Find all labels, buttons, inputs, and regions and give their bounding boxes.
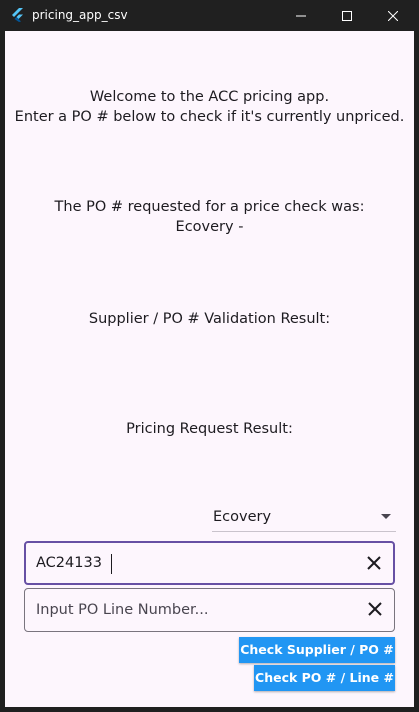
validation-result-label: Supplier / PO # Validation Result: (88, 311, 331, 327)
supplier-dropdown[interactable]: Ecovery (212, 505, 396, 532)
clear-po-button[interactable] (363, 553, 385, 575)
text-cursor (111, 554, 112, 574)
maximize-button[interactable] (324, 0, 370, 31)
close-icon (388, 10, 398, 21)
po-line-number-input[interactable] (25, 589, 345, 631)
po-number-input[interactable] (26, 543, 346, 583)
minimize-button[interactable] (278, 0, 324, 31)
requested-po-label: The PO # requested for a price check was… (54, 199, 365, 215)
supplier-dropdown-value: Ecovery (213, 509, 272, 525)
maximize-icon (342, 10, 352, 21)
window-title: pricing_app_csv (32, 8, 128, 22)
flutter-logo-icon (10, 7, 26, 23)
title-bar[interactable]: pricing_app_csv (0, 0, 419, 31)
welcome-line-2: Enter a PO # below to check if it's curr… (14, 109, 405, 125)
pricing-result-label: Pricing Request Result: (126, 421, 293, 437)
clear-icon (367, 555, 381, 574)
close-window-button[interactable] (370, 0, 416, 31)
requested-po-section: The PO # requested for a price check was… (5, 197, 414, 237)
po-number-field[interactable] (24, 541, 395, 585)
check-supplier-po-button[interactable]: Check Supplier / PO # (239, 637, 395, 663)
minimize-icon (296, 11, 306, 21)
app-content: Welcome to the ACC pricing app. Enter a … (5, 31, 414, 707)
po-line-number-field[interactable] (24, 588, 395, 632)
dropdown-arrow-icon (381, 514, 391, 519)
clear-icon (368, 601, 382, 620)
clear-line-button[interactable] (364, 599, 386, 621)
welcome-message: Welcome to the ACC pricing app. Enter a … (5, 87, 414, 127)
check-po-line-button[interactable]: Check PO # / Line # (254, 665, 395, 691)
app-window: pricing_app_csv Welcome to the ACC prici… (0, 0, 419, 712)
requested-po-value: Ecovery - (175, 219, 244, 235)
welcome-line-1: Welcome to the ACC pricing app. (89, 89, 330, 105)
